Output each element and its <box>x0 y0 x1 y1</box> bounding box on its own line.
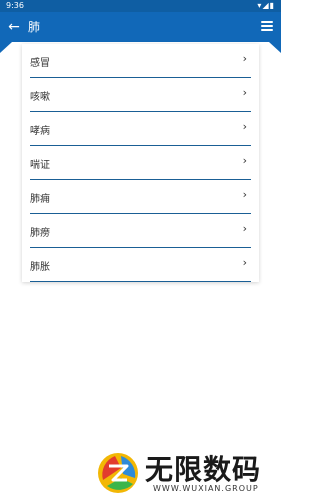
header-corner-right <box>269 42 281 53</box>
list-item-label: 肺胀 <box>30 262 50 273</box>
menu-icon-line <box>261 25 273 27</box>
list-item-xiaobing[interactable]: 哮病 › <box>30 112 251 146</box>
list-item-label: 肺痨 <box>30 228 50 239</box>
status-icons: ▾◢▮ <box>257 1 275 11</box>
status-bar: 9:36 ▾◢▮ <box>0 0 281 12</box>
chevron-right-icon: › <box>242 222 247 235</box>
list-item-ganmao[interactable]: 感冒 › <box>30 44 251 78</box>
watermark-subtext: WWW.WUXIAN.GROUP <box>153 484 259 493</box>
header-corner-left <box>0 42 12 53</box>
menu-icon-line <box>261 21 273 23</box>
chevron-right-icon: › <box>242 256 247 269</box>
list-item-feizhang[interactable]: 肺胀 › <box>30 248 251 282</box>
list-item-label: 喘证 <box>30 160 50 171</box>
menu-button[interactable] <box>261 21 273 33</box>
back-button[interactable]: ← <box>4 17 24 37</box>
page-title: 肺 <box>28 20 41 34</box>
signal-icon: ◢ <box>262 1 270 10</box>
arrow-left-icon: ← <box>8 19 20 35</box>
chevron-right-icon: › <box>242 154 247 167</box>
list-item-feilao[interactable]: 肺痨 › <box>30 214 251 248</box>
chevron-right-icon: › <box>242 120 247 133</box>
list-item-label: 感冒 <box>30 58 50 69</box>
watermark: 无限数码 WWW.WUXIAN.GROUP <box>95 448 270 498</box>
list-item-feiyong[interactable]: 肺痈 › <box>30 180 251 214</box>
list-item-chuanzheng[interactable]: 喘证 › <box>30 146 251 180</box>
chevron-right-icon: › <box>242 52 247 65</box>
list-item-kesou[interactable]: 咳嗽 › <box>30 78 251 112</box>
watermark-text: 无限数码 <box>145 453 262 486</box>
list-item-label: 咳嗽 <box>30 92 50 103</box>
menu-icon-line <box>261 29 273 31</box>
battery-icon: ▮ <box>269 1 275 10</box>
list-item-label: 肺痈 <box>30 194 50 205</box>
list-item-label: 哮病 <box>30 126 50 137</box>
disease-list: 感冒 › 咳嗽 › 哮病 › 喘证 › 肺痈 › 肺痨 › 肺胀 › <box>22 44 259 282</box>
chevron-right-icon: › <box>242 188 247 201</box>
status-time: 9:36 <box>6 1 24 10</box>
chevron-right-icon: › <box>242 86 247 99</box>
app-bar: ← 肺 <box>0 12 281 42</box>
watermark-logo-icon <box>98 453 138 493</box>
